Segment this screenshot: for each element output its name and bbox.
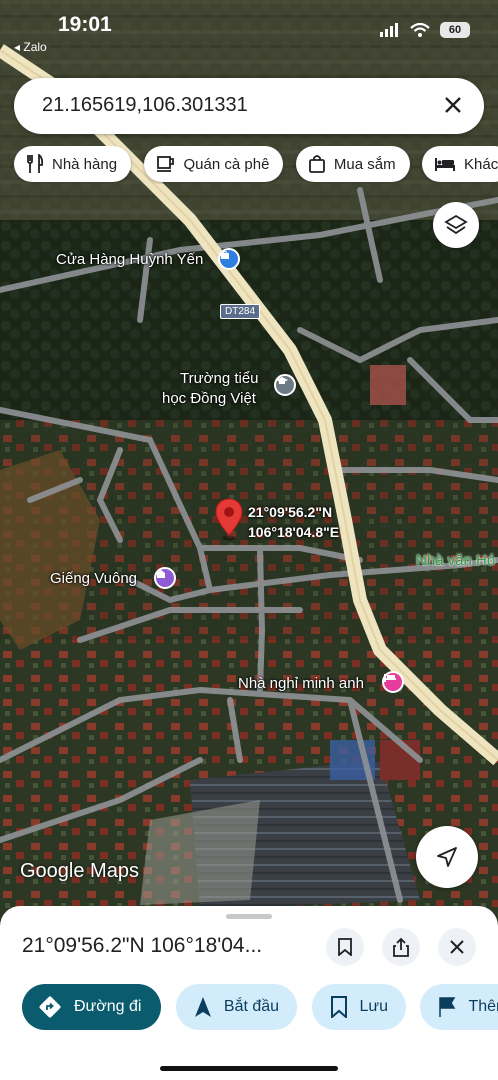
chip-restaurants[interactable]: Nhà hàng bbox=[14, 146, 132, 182]
navigation-arrow-icon bbox=[194, 997, 211, 1017]
wifi-icon bbox=[410, 23, 430, 37]
chip-label: Nhà hàng bbox=[52, 155, 118, 173]
save-label: Lưu bbox=[359, 998, 389, 1015]
place-sheet[interactable]: 21°09'56.2"N 106°18'04... Đường đi Bắt đ… bbox=[0, 906, 498, 1080]
share-icon bbox=[393, 937, 409, 957]
save-action-button[interactable]: Lưu bbox=[311, 984, 407, 1030]
sheet-drag-handle[interactable] bbox=[226, 914, 272, 919]
place-label-school-line2[interactable]: học Đồng Việt bbox=[162, 390, 256, 408]
cellular-signal-icon bbox=[380, 23, 398, 37]
place-label-shop[interactable]: Cửa Hàng Huỳnh Yến bbox=[56, 251, 203, 269]
landmark-icon[interactable] bbox=[154, 567, 176, 589]
dropped-pin[interactable] bbox=[214, 497, 244, 541]
chip-coffee[interactable]: Quán cà phê bbox=[143, 146, 284, 182]
place-label-guesthouse[interactable]: Nhà nghỉ minh anh bbox=[238, 675, 364, 693]
place-title: 21°09'56.2"N 106°18'04... bbox=[22, 934, 263, 957]
chip-label: Mua sắm bbox=[333, 155, 396, 173]
place-label-school-line1[interactable]: Trường tiểu bbox=[180, 370, 259, 388]
chip-label: Quán cà phê bbox=[183, 155, 270, 173]
save-button[interactable] bbox=[326, 928, 364, 966]
pin-coordinate-label: 21°09'56.2"N 106°18'04.8"E bbox=[248, 502, 339, 542]
directions-icon bbox=[39, 996, 61, 1018]
close-icon bbox=[450, 940, 464, 954]
layers-button[interactable] bbox=[433, 202, 479, 248]
search-bar[interactable]: 21.165619,106.301331 bbox=[14, 78, 484, 134]
category-chips: Nhà hàng Quán cà phê Mua sắm Khác bbox=[14, 146, 498, 184]
chip-more[interactable]: Khác bbox=[422, 146, 498, 182]
back-to-app-link[interactable]: ◂ Zalo bbox=[14, 40, 47, 54]
status-icons: 60 bbox=[380, 22, 470, 38]
add-label-button[interactable]: Thêm bbox=[420, 984, 498, 1030]
road-number-badge: DT284 bbox=[220, 304, 261, 319]
pin-latitude: 21°09'56.2"N bbox=[248, 504, 333, 520]
directions-button[interactable]: Đường đi bbox=[22, 984, 162, 1030]
home-indicator[interactable] bbox=[160, 1066, 338, 1071]
status-time: 19:01 bbox=[58, 13, 112, 36]
bookmark-icon bbox=[330, 996, 347, 1018]
pin-longitude: 106°18'04.8"E bbox=[248, 524, 340, 540]
place-label-well[interactable]: Giếng Vuông bbox=[50, 570, 137, 588]
start-button[interactable]: Bắt đầu bbox=[175, 984, 298, 1030]
close-sheet-button[interactable] bbox=[438, 928, 476, 966]
fork-knife-icon bbox=[27, 154, 44, 173]
close-icon[interactable] bbox=[440, 92, 466, 118]
add-label-label: Thêm bbox=[468, 998, 498, 1015]
my-location-button[interactable] bbox=[416, 826, 478, 888]
shopping-bag-icon bbox=[308, 155, 325, 173]
directions-label: Đường đi bbox=[74, 998, 142, 1015]
bookmark-icon bbox=[338, 938, 352, 956]
chip-shopping[interactable]: Mua sắm bbox=[295, 146, 410, 182]
bed-icon[interactable] bbox=[382, 671, 404, 693]
chip-label: Khác bbox=[464, 155, 498, 173]
navigation-arrow-icon bbox=[437, 847, 457, 867]
layers-icon bbox=[444, 214, 468, 235]
action-buttons-row: Đường đi Bắt đầu Lưu Thêm bbox=[22, 984, 498, 1032]
share-button[interactable] bbox=[382, 928, 420, 966]
flag-icon bbox=[439, 997, 456, 1017]
google-maps-watermark: Google Maps bbox=[20, 860, 139, 882]
place-label-community-house[interactable]: Nhà văn Hó bbox=[416, 552, 495, 570]
start-label: Bắt đầu bbox=[223, 998, 280, 1015]
search-input[interactable]: 21.165619,106.301331 bbox=[42, 94, 248, 117]
coffee-icon bbox=[156, 156, 174, 172]
shop-icon[interactable] bbox=[218, 248, 240, 270]
battery-indicator: 60 bbox=[440, 22, 470, 38]
map-pin-icon bbox=[215, 498, 243, 541]
school-icon[interactable] bbox=[274, 374, 296, 396]
bed-icon bbox=[435, 158, 456, 171]
status-bar: 19:01 ◂ Zalo 60 bbox=[0, 0, 498, 60]
